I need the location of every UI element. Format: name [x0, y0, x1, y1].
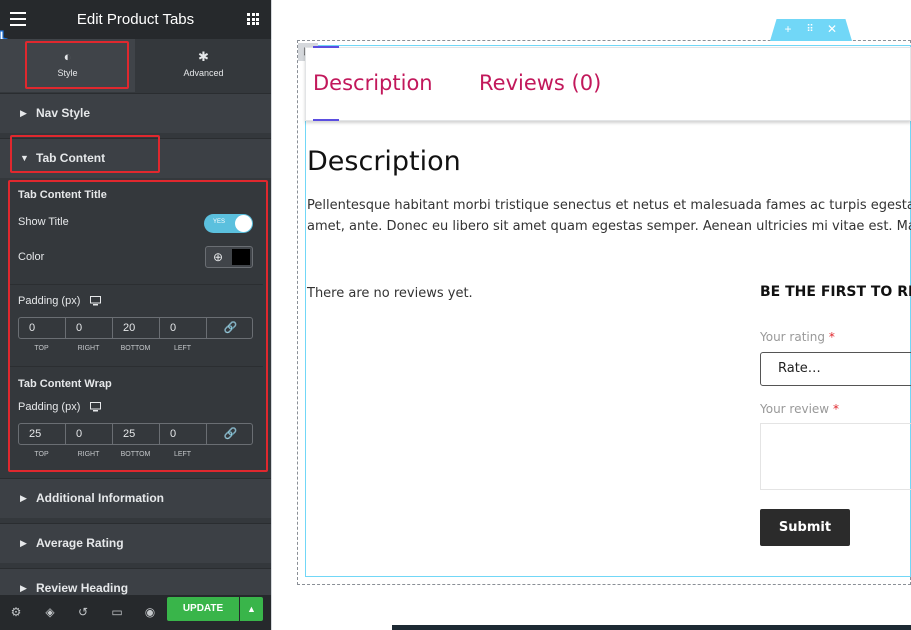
global-color-icon[interactable]: ⊕ [206, 247, 230, 267]
widget-outline [305, 45, 911, 577]
section-toolbar: + ⠿ ✕ [770, 19, 852, 41]
content-heading: Description [307, 146, 461, 177]
color-swatch[interactable] [232, 249, 250, 265]
drag-handle-icon[interactable]: ⠿ [800, 24, 820, 35]
caret-right-icon: ▶ [20, 583, 27, 593]
show-title-label: Show Title [18, 216, 69, 228]
section-additional-information[interactable]: ▶ Additional Information [0, 478, 271, 518]
caret-right-icon: ▶ [20, 538, 27, 548]
taskbar-strip [392, 625, 911, 630]
dim-label-bottom: BOTTOM [120, 345, 151, 352]
wrap-padding-control: 25 0 25 0 🔗 [18, 423, 253, 445]
navigator-layers-icon[interactable]: ◈ [42, 605, 58, 619]
required-mark: * [828, 330, 835, 344]
divider [8, 284, 263, 285]
description-paragraph-line: Pellentesque habitant morbi tristique se… [307, 198, 911, 213]
desktop-device-icon[interactable] [90, 296, 101, 306]
add-section-icon[interactable]: + [778, 22, 798, 36]
dim-label-top: TOP [34, 345, 49, 352]
wrap-padding-label: Padding (px) [18, 401, 81, 413]
padding-bottom-input[interactable]: 20 [113, 318, 160, 338]
tab-content-title-heading: Tab Content Title [18, 189, 107, 201]
panel-title: Edit Product Tabs [76, 11, 195, 28]
padding-right-input[interactable]: 0 [66, 318, 113, 338]
active-tab-indicator-top [313, 46, 339, 48]
widgets-grid-icon[interactable] [247, 13, 259, 25]
caret-right-icon: ▶ [20, 108, 27, 118]
history-icon[interactable]: ↺ [75, 605, 91, 619]
contrast-icon: ◐ [63, 49, 72, 64]
rating-select[interactable]: Rate… [760, 352, 911, 386]
tab-content-wrap-heading: Tab Content Wrap [18, 378, 112, 390]
link-values-icon[interactable]: 🔗 [207, 424, 254, 444]
review-label: Your review * [760, 402, 839, 416]
settings-gear-icon[interactable]: ⚙ [8, 605, 24, 619]
dim-label-left: LEFT [173, 345, 192, 352]
padding-left-input[interactable]: 0 [160, 318, 207, 338]
padding-top-input[interactable]: 0 [19, 318, 66, 338]
active-tab-indicator [313, 119, 339, 121]
tab-advanced[interactable]: ✱ Advanced [136, 39, 271, 92]
color-label: Color [18, 251, 45, 263]
update-button[interactable]: UPDATE [167, 597, 239, 621]
dim-label-left: LEFT [173, 451, 192, 458]
caret-right-icon: ▶ [20, 493, 27, 503]
section-additional-information-label: Additional Information [36, 491, 164, 505]
preview-eye-icon[interactable]: ◉ [142, 605, 158, 619]
caret-up-icon[interactable]: ▲ [240, 597, 263, 621]
required-mark: * [832, 402, 839, 416]
dim-label-right: RIGHT [77, 345, 100, 352]
section-average-rating[interactable]: ▶ Average Rating [0, 523, 271, 563]
caret-down-icon: ▼ [20, 153, 29, 163]
title-padding-control: 0 0 20 0 🔗 [18, 317, 253, 339]
padding-left-input[interactable]: 0 [160, 424, 207, 444]
desktop-device-icon[interactable] [90, 402, 101, 412]
close-icon[interactable]: ✕ [822, 22, 842, 36]
dim-label-top: TOP [34, 451, 49, 458]
padding-right-input[interactable]: 0 [66, 424, 113, 444]
section-average-rating-label: Average Rating [36, 536, 124, 550]
review-form-title: BE THE FIRST TO RE [760, 284, 911, 300]
panel-tabs: ◐ Style ✱ Advanced [0, 39, 271, 92]
section-tab-content-label: Tab Content [36, 151, 106, 165]
gear-icon: ✱ [198, 49, 209, 64]
padding-bottom-input[interactable]: 25 [113, 424, 160, 444]
padding-top-input[interactable]: 25 [19, 424, 66, 444]
rating-label: Your rating * [760, 330, 835, 344]
tab-style[interactable]: ◐ Style [0, 39, 135, 92]
dim-label-bottom: BOTTOM [120, 451, 151, 458]
color-control: ⊕ [205, 246, 253, 268]
description-paragraph-line: amet, ante. Donec eu libero sit amet qua… [307, 219, 911, 234]
toggle-knob [235, 215, 252, 232]
tab-description[interactable]: Description [313, 71, 433, 95]
responsive-mode-icon[interactable]: ▭ [109, 605, 125, 619]
divider [8, 366, 263, 367]
review-label-text: Your review [760, 402, 830, 416]
section-nav-style-label: Nav Style [36, 106, 91, 120]
section-nav-style[interactable]: ▶ Nav Style [0, 93, 271, 133]
editor-panel: Edit Product Tabs ◐ Style ✱ Advanced ▶ N… [0, 0, 271, 630]
link-values-icon[interactable]: 🔗 [207, 318, 254, 338]
tab-style-label: Style [57, 68, 78, 78]
dim-label-right: RIGHT [77, 451, 100, 458]
submit-button[interactable]: Submit [760, 509, 850, 546]
review-textarea[interactable] [760, 423, 911, 490]
no-reviews-text: There are no reviews yet. [307, 286, 473, 301]
panel-header: Edit Product Tabs [0, 0, 271, 39]
tab-reviews[interactable]: Reviews (0) [479, 71, 601, 95]
section-tab-content[interactable]: ▼ Tab Content [0, 138, 271, 178]
section-review-heading-label: Review Heading [36, 581, 129, 595]
padding-label: Padding (px) [18, 295, 81, 307]
show-title-toggle[interactable]: YES [204, 214, 253, 233]
rating-label-text: Your rating [760, 330, 825, 344]
toggle-state-text: YES [213, 219, 226, 225]
tab-advanced-label: Advanced [183, 68, 224, 78]
